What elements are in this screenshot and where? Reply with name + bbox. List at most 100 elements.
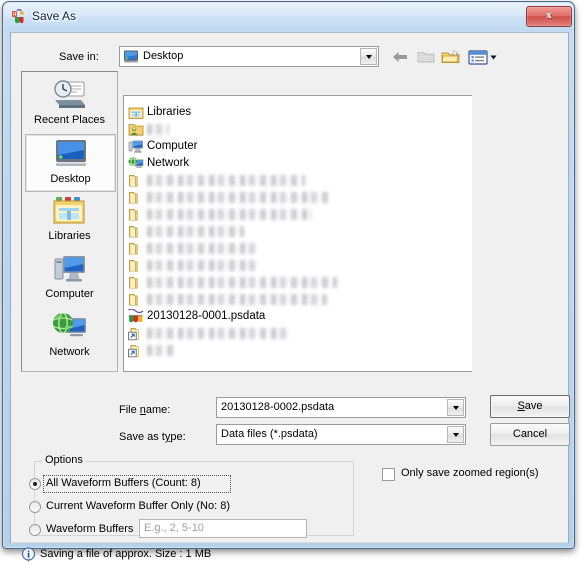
place-label: Recent Places <box>34 114 105 126</box>
waveform-buffers-input[interactable]: E.g., 2, 5-10 <box>139 519 307 538</box>
folder-icon <box>128 275 144 290</box>
window-title: Save As <box>32 9 77 23</box>
save-in-combobox[interactable]: Desktop <box>119 46 379 67</box>
radio-icon[interactable] <box>29 478 41 490</box>
libraries-icon <box>128 105 144 120</box>
folder-icon <box>128 292 144 307</box>
save-as-type-value: Data files (*.psdata) <box>221 428 318 440</box>
redacted-file-name <box>147 345 177 356</box>
folder-icon <box>128 190 144 205</box>
checkbox-icon[interactable] <box>382 468 395 481</box>
file-name-text: Computer <box>147 140 198 152</box>
title-bar: Save As x <box>3 2 576 32</box>
redacted-file-name <box>147 192 330 203</box>
redacted-file-name <box>147 175 305 186</box>
redacted-file-name <box>147 124 169 135</box>
desktop-icon <box>123 49 139 64</box>
network-icon <box>128 156 144 171</box>
redacted-file-name <box>147 277 337 288</box>
file-name-text: 20130128-0001.psdata <box>147 310 266 322</box>
libraries-icon <box>51 194 89 228</box>
redacted-file-name <box>147 294 327 305</box>
redacted-file-name <box>147 209 312 220</box>
file-name-text: Libraries <box>147 106 192 118</box>
radio-label: Current Waveform Buffer Only (No: 8) <box>46 500 230 512</box>
radio-label: Waveform Buffers <box>46 523 134 535</box>
status-separator <box>11 542 568 543</box>
file-list-row[interactable] <box>126 189 466 206</box>
file-list-row[interactable] <box>126 291 466 308</box>
waveform-buffers-placeholder: E.g., 2, 5-10 <box>144 522 204 534</box>
file-name-text: Network <box>147 157 190 169</box>
save-in-dropdown-arrow[interactable] <box>360 48 377 65</box>
back-arrow-icon[interactable] <box>389 46 413 68</box>
file-list-row[interactable]: Network <box>126 155 466 172</box>
place-network[interactable]: Network <box>25 308 114 364</box>
places-bar: Recent Places Desktop Libraries Computer… <box>21 71 118 372</box>
status-message: Saving a file of approx. Size : 1 MB <box>40 548 212 560</box>
computer-icon <box>51 252 89 286</box>
recent-places-icon <box>51 78 89 112</box>
file-list-row[interactable] <box>126 172 466 189</box>
redacted-file-name <box>147 328 290 339</box>
place-label: Network <box>49 346 90 358</box>
file-list-row[interactable] <box>126 325 466 342</box>
network-icon <box>51 310 89 344</box>
place-label: Desktop <box>50 173 91 185</box>
close-button[interactable]: x <box>526 6 572 27</box>
place-label: Computer <box>45 288 94 300</box>
save-as-type-label: Save as type: <box>119 431 186 443</box>
shortcut-icon <box>128 343 144 358</box>
save-button[interactable]: Save <box>490 395 570 418</box>
place-libraries[interactable]: Libraries <box>25 192 114 248</box>
file-list-row[interactable] <box>126 274 466 291</box>
desktop-icon <box>52 137 90 171</box>
dialog-client-area: Save in: Desktop Recent Places Desktop L… <box>10 32 570 562</box>
save-as-type-dropdown-arrow[interactable] <box>447 426 464 443</box>
file-list-row[interactable] <box>126 257 466 274</box>
waveform-app-icon <box>11 8 27 25</box>
file-name-label: File name: <box>119 404 171 416</box>
file-list-row[interactable] <box>126 342 466 359</box>
shortcut-icon <box>128 326 144 341</box>
place-recent-places[interactable]: Recent Places <box>25 76 114 132</box>
computer-icon <box>128 139 144 154</box>
file-list-row[interactable]: Computer <box>126 138 466 155</box>
new-folder-icon[interactable] <box>439 46 463 68</box>
redacted-file-name <box>147 260 260 271</box>
redacted-file-name <box>147 226 244 237</box>
folder-icon <box>128 224 144 239</box>
user-folder-icon <box>128 122 144 137</box>
psdata-file-icon <box>128 308 144 324</box>
views-icon[interactable] <box>467 46 499 68</box>
close-icon: x <box>546 9 552 21</box>
save-as-type-combobox[interactable]: Data files (*.psdata) <box>216 424 466 445</box>
folder-icon <box>128 173 144 188</box>
radio-icon[interactable] <box>29 524 41 536</box>
file-list-row[interactable] <box>126 223 466 240</box>
options-legend: Options <box>42 454 86 466</box>
file-list-row[interactable] <box>126 121 466 138</box>
cancel-button[interactable]: Cancel <box>490 423 570 446</box>
info-icon <box>21 547 36 562</box>
file-list[interactable]: Libraries Computer Network 20130128-0001.ps… <box>123 95 472 372</box>
file-name-dropdown-arrow[interactable] <box>447 399 464 416</box>
file-list-row[interactable] <box>126 206 466 223</box>
folder-icon <box>128 258 144 273</box>
file-list-row[interactable] <box>126 240 466 257</box>
checkbox-label: Only save zoomed region(s) <box>401 467 539 479</box>
place-desktop[interactable]: Desktop <box>25 134 116 192</box>
place-computer[interactable]: Computer <box>25 250 114 306</box>
folder-icon <box>128 241 144 256</box>
file-list-row[interactable]: 20130128-0001.psdata <box>126 308 466 325</box>
file-list-row[interactable]: Libraries <box>126 104 466 121</box>
save-in-value: Desktop <box>143 50 184 62</box>
redacted-file-name <box>147 243 257 254</box>
focus-rectangle <box>43 475 231 493</box>
place-label: Libraries <box>48 230 91 242</box>
file-name-combobox[interactable]: 20130128-0002.psdata <box>216 397 466 418</box>
folder-icon <box>128 207 144 222</box>
save-as-window: Save As x Save in: Desktop Recent Places… <box>2 1 576 562</box>
up-folder-icon[interactable] <box>414 46 438 68</box>
radio-icon[interactable] <box>29 501 41 513</box>
